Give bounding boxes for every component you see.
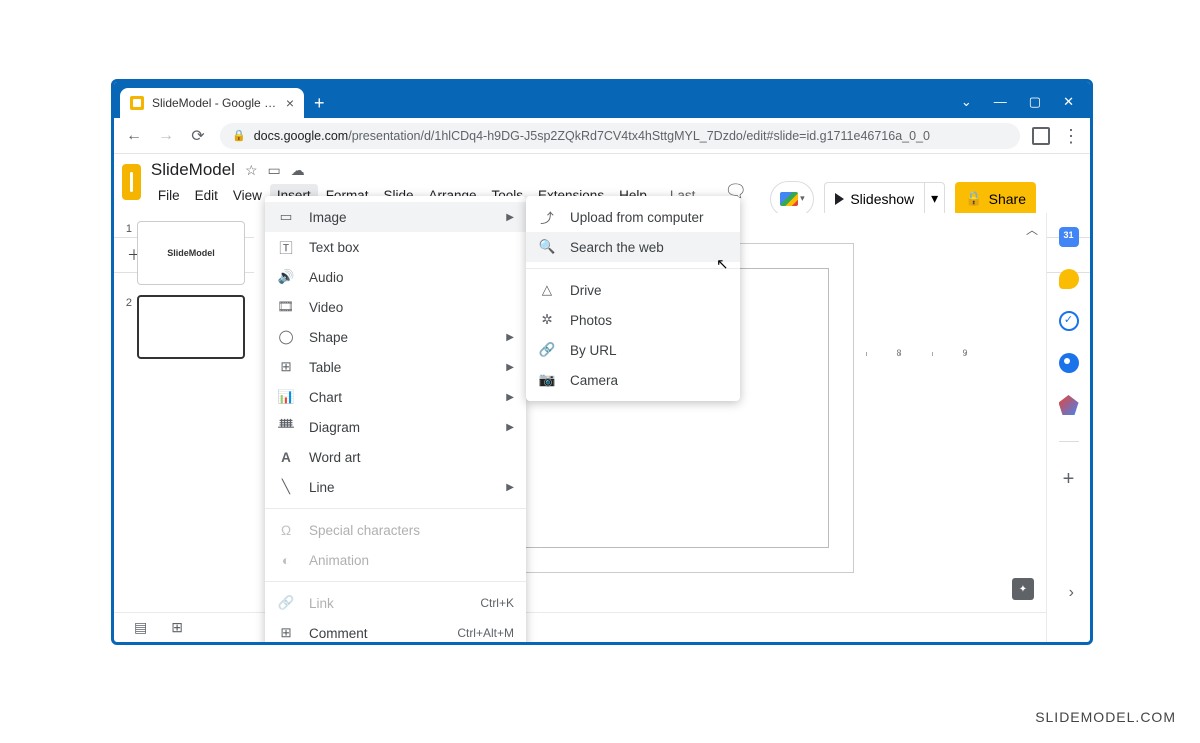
meet-icon xyxy=(780,192,798,206)
textbox-icon: 🅃 xyxy=(277,238,295,256)
slide-thumb-2[interactable] xyxy=(137,295,245,359)
photos-icon: ✲ xyxy=(538,311,556,329)
meet-button[interactable]: ▾ xyxy=(770,181,814,217)
insert-link-item: 🔗LinkCtrl+K xyxy=(265,588,526,618)
drive-icon: △ xyxy=(538,281,556,299)
url-bar-row: ← → ⟳ 🔒 docs.google.com/presentation/d/1… xyxy=(114,118,1090,154)
filmstrip-view-icon[interactable]: ▤ xyxy=(134,619,147,636)
play-icon xyxy=(835,193,844,205)
insert-chart-item[interactable]: 📊Chart▶ xyxy=(265,382,526,412)
wordart-icon: A xyxy=(277,448,295,466)
url-icon: 🔗 xyxy=(538,341,556,359)
explore-button[interactable]: ✦ xyxy=(1012,578,1034,600)
slides-favicon xyxy=(130,96,144,110)
tab-title: SlideModel - Google Slides xyxy=(152,96,278,110)
slide-thumb-1[interactable]: SlideModel xyxy=(137,221,245,285)
search-icon: 🔍 xyxy=(538,238,556,256)
upload-icon: ⤴ xyxy=(538,208,556,226)
image-search-web-item[interactable]: 🔍Search the web xyxy=(526,232,740,262)
image-drive-item[interactable]: △Drive xyxy=(526,275,740,305)
insert-special-chars-item: ΩSpecial characters xyxy=(265,515,526,545)
slideshow-button[interactable]: Slideshow xyxy=(824,182,924,216)
image-by-url-item[interactable]: 🔗By URL xyxy=(526,335,740,365)
insert-wordart-item[interactable]: AWord art xyxy=(265,442,526,472)
minimize-icon[interactable]: — xyxy=(994,94,1007,110)
panel-toggle-icon[interactable] xyxy=(1032,127,1050,145)
thumb-number: 2 xyxy=(122,295,132,359)
slideshow-label: Slideshow xyxy=(850,191,914,207)
table-icon: ⊞ xyxy=(277,358,295,376)
special-chars-icon: Ω xyxy=(277,521,295,539)
maximize-icon[interactable]: ▢ xyxy=(1029,94,1041,110)
camera-icon: 📷 xyxy=(538,371,556,389)
window-controls: ⌄ — ▢ ✕ xyxy=(945,94,1090,118)
close-window-icon[interactable]: ✕ xyxy=(1063,94,1074,110)
watermark: SLIDEMODEL.COM xyxy=(1035,709,1176,725)
line-icon: ╲ xyxy=(277,478,295,496)
insert-table-item[interactable]: ⊞Table▶ xyxy=(265,352,526,382)
submenu-arrow-icon: ▶ xyxy=(506,212,514,223)
back-button[interactable]: ← xyxy=(124,127,144,145)
tasks-icon[interactable] xyxy=(1059,311,1079,331)
side-panel-rail: + xyxy=(1046,213,1090,642)
insert-comment-item[interactable]: ⊞CommentCtrl+Alt+M xyxy=(265,618,526,645)
image-upload-item[interactable]: ⤴Upload from computer xyxy=(526,202,740,232)
image-submenu: ⤴Upload from computer 🔍Search the web △D… xyxy=(526,196,740,401)
insert-dropdown: ▭ Image ▶ 🅃Text box 🔊Audio 🎞Video ◯Shape… xyxy=(265,196,526,645)
shape-icon: ◯ xyxy=(277,328,295,346)
star-icon[interactable]: ☆ xyxy=(245,162,258,179)
animation-icon: ◐ xyxy=(277,551,295,569)
image-camera-item[interactable]: 📷Camera xyxy=(526,365,740,395)
move-folder-icon[interactable]: ▭ xyxy=(268,162,281,179)
insert-line-item[interactable]: ╲Line▶ xyxy=(265,472,526,502)
insert-animation-item: ◐Animation xyxy=(265,545,526,575)
keep-icon[interactable] xyxy=(1059,269,1079,289)
share-button[interactable]: 🔒 Share xyxy=(955,182,1036,216)
link-icon: 🔗 xyxy=(277,594,295,612)
video-icon: 🎞 xyxy=(277,298,295,316)
reload-button[interactable]: ⟳ xyxy=(188,126,208,146)
slides-logo-icon[interactable] xyxy=(122,164,141,200)
chart-icon: 📊 xyxy=(277,388,295,406)
slide-thumbnails: 1 SlideModel 2 xyxy=(114,213,254,612)
thumb-number: 1 xyxy=(122,221,132,285)
contacts-icon[interactable] xyxy=(1059,353,1079,373)
lock-icon: 🔒 xyxy=(232,129,246,142)
insert-diagram-item[interactable]: ᚙDiagram▶ xyxy=(265,412,526,442)
window-title-bar: SlideModel - Google Slides × + ⌄ — ▢ ✕ xyxy=(114,82,1090,118)
insert-textbox-item[interactable]: 🅃Text box xyxy=(265,232,526,262)
share-label: Share xyxy=(989,191,1026,207)
maps-icon[interactable] xyxy=(1059,395,1079,415)
new-tab-button[interactable]: + xyxy=(304,93,335,118)
lock-icon: 🔒 xyxy=(965,190,982,207)
audio-icon: 🔊 xyxy=(277,268,295,286)
collapse-filmstrip-icon[interactable]: ︿ xyxy=(1026,221,1038,238)
address-bar[interactable]: 🔒 docs.google.com/presentation/d/1hlCDq4… xyxy=(220,123,1020,149)
image-photos-item[interactable]: ✲Photos xyxy=(526,305,740,335)
image-icon: ▭ xyxy=(277,208,295,226)
grid-view-icon[interactable]: ⊞ xyxy=(171,619,183,636)
calendar-icon[interactable] xyxy=(1059,227,1079,247)
chevron-down-icon[interactable]: ⌄ xyxy=(961,94,972,110)
diagram-icon: ᚙ xyxy=(277,418,295,436)
bottom-bar: ▤ ⊞ xyxy=(114,612,1046,642)
insert-image-item[interactable]: ▭ Image ▶ xyxy=(265,202,526,232)
forward-button[interactable]: → xyxy=(156,127,176,145)
browser-window: SlideModel - Google Slides × + ⌄ — ▢ ✕ ←… xyxy=(111,79,1093,645)
slideshow-dropdown[interactable]: ▾ xyxy=(924,182,945,216)
insert-audio-item[interactable]: 🔊Audio xyxy=(265,262,526,292)
insert-video-item[interactable]: 🎞Video xyxy=(265,292,526,322)
browser-tab[interactable]: SlideModel - Google Slides × xyxy=(120,88,304,118)
browser-menu-icon[interactable]: ⋮ xyxy=(1062,127,1080,145)
comment-icon: ⊞ xyxy=(277,624,295,642)
url-text: docs.google.com/presentation/d/1hlCDq4-h… xyxy=(254,129,930,143)
add-addon-icon[interactable]: + xyxy=(1063,468,1075,491)
close-tab-icon[interactable]: × xyxy=(286,95,294,111)
document-name[interactable]: SlideModel xyxy=(151,160,235,180)
insert-shape-item[interactable]: ◯Shape▶ xyxy=(265,322,526,352)
cloud-status-icon[interactable]: ☁ xyxy=(291,162,305,179)
